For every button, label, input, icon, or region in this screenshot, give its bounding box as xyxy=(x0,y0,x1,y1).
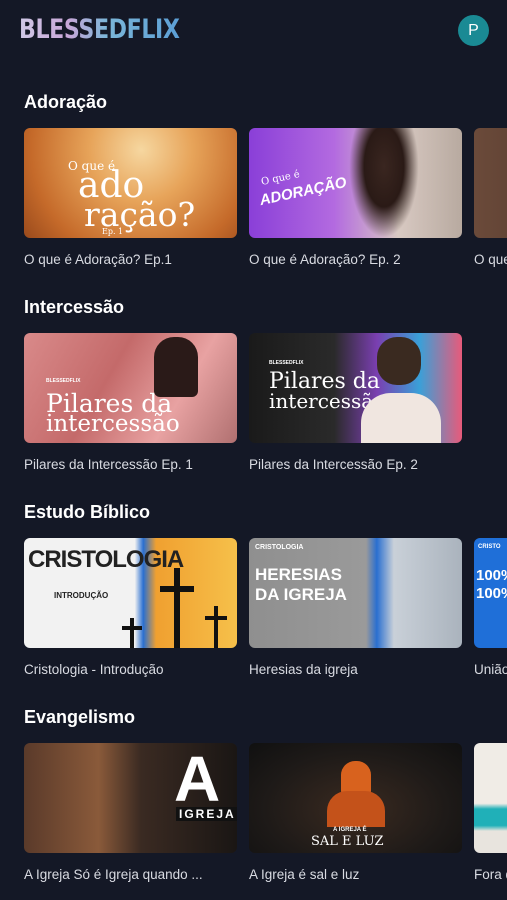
thumbnail: CRISTOLOGIA INTRODUÇÃO xyxy=(24,538,237,648)
video-title: A Igreja Só é Igreja quando ... xyxy=(24,867,203,882)
app-logo[interactable]: BLESSEDFLIX xyxy=(19,14,180,45)
video-title: O que é Adoração? Ep. 2 xyxy=(249,252,401,267)
card-row: A IGREJA A Igreja Só é Igreja quando ...… xyxy=(24,743,507,893)
thumbnail: O que é ADORAÇÃO xyxy=(249,128,462,238)
video-title: Pilares da Intercessão Ep. 1 xyxy=(24,457,193,472)
thumbnail: A IGREJA xyxy=(24,743,237,853)
thumbnail: O que é ado ração? Ep. 1 xyxy=(24,128,237,238)
video-title: A Igreja é sal e luz xyxy=(249,867,360,882)
thumbnail xyxy=(474,128,507,238)
card-row: O que é ado ração? Ep. 1 O que é Adoraçã… xyxy=(24,128,507,278)
video-card[interactable]: A IGREJA É SAL E LUZ A Igreja é sal e lu… xyxy=(249,743,462,882)
video-card[interactable]: CRISTO 100% 100% União xyxy=(474,538,507,677)
section-title: Intercessão xyxy=(24,297,125,317)
video-title: Fora d xyxy=(474,867,507,882)
card-row: CRISTOLOGIA INTRODUÇÃO Cristologia - Int… xyxy=(24,538,507,688)
thumbnail: CRISTOLOGIA HERESIAS DA IGREJA xyxy=(249,538,462,648)
section-title: Evangelismo xyxy=(24,707,136,727)
video-card[interactable]: CRISTOLOGIA HERESIAS DA IGREJA Heresias … xyxy=(249,538,462,677)
video-card[interactable]: BLESSEDFLIX Pilares da intercessão Pilar… xyxy=(249,333,462,472)
thumbnail: A IGREJA É SAL E LUZ xyxy=(249,743,462,853)
card-row: BLESSEDFLIX Pilares da intercessão Pilar… xyxy=(24,333,507,483)
profile-avatar[interactable]: P xyxy=(458,15,489,46)
video-title: Cristologia - Introdução xyxy=(24,662,164,677)
video-card[interactable]: Fora d xyxy=(474,743,507,882)
video-card[interactable]: O que xyxy=(474,128,507,267)
video-title: O que é Adoração? Ep.1 xyxy=(24,252,172,267)
video-title: Heresias da igreja xyxy=(249,662,358,677)
section-title: Adoração xyxy=(24,92,108,112)
section-title: Estudo Bíblico xyxy=(24,502,150,522)
video-card[interactable]: O que é ado ração? Ep. 1 O que é Adoraçã… xyxy=(24,128,237,267)
video-title: União xyxy=(474,662,507,677)
app-header: BLESSEDFLIX P xyxy=(0,0,507,62)
thumbnail: CRISTO 100% 100% xyxy=(474,538,507,648)
video-title: O que xyxy=(474,252,507,267)
video-card[interactable]: O que é ADORAÇÃO O que é Adoração? Ep. 2 xyxy=(249,128,462,267)
thumbnail: BLESSEDFLIX Pilares da intercessão xyxy=(249,333,462,443)
video-card[interactable]: A IGREJA A Igreja Só é Igreja quando ... xyxy=(24,743,237,882)
video-title: Pilares da Intercessão Ep. 2 xyxy=(249,457,418,472)
thumbnail xyxy=(474,743,507,853)
video-card[interactable]: CRISTOLOGIA INTRODUÇÃO Cristologia - Int… xyxy=(24,538,237,677)
video-card[interactable]: BLESSEDFLIX Pilares da intercessão Pilar… xyxy=(24,333,237,472)
thumbnail: BLESSEDFLIX Pilares da intercessão xyxy=(24,333,237,443)
